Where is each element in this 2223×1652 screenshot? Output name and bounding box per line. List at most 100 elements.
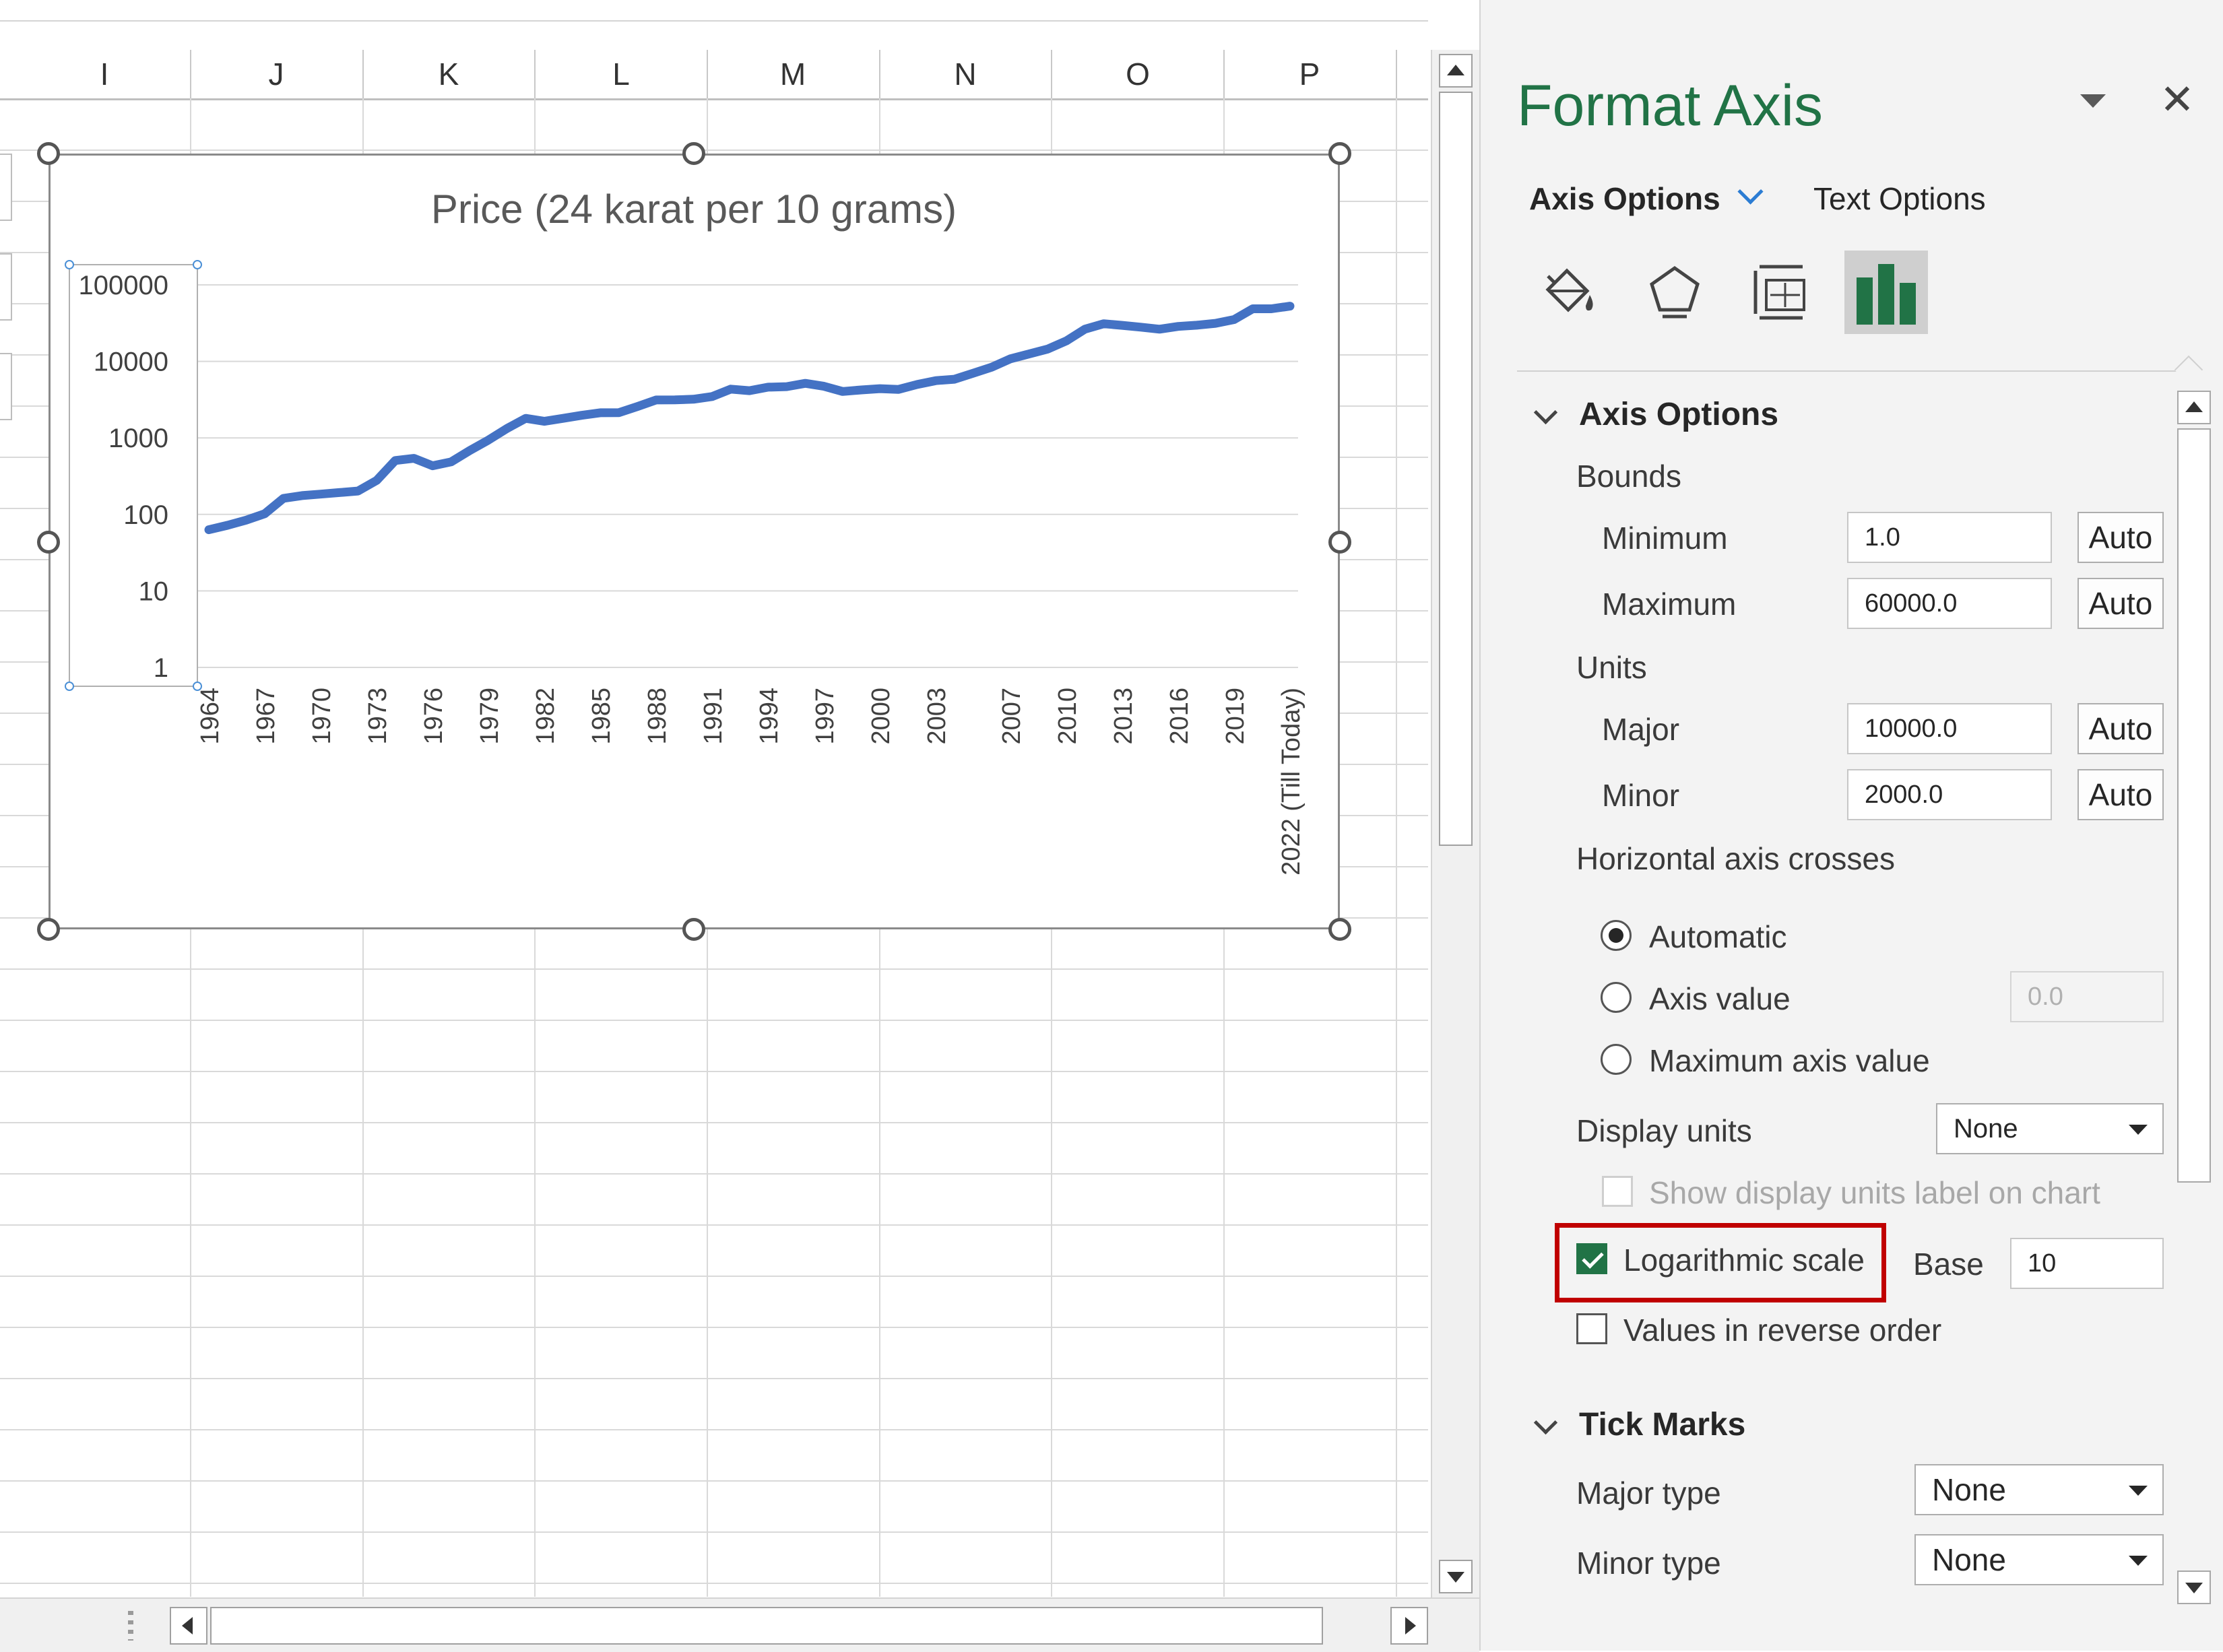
- major-auto-button[interactable]: Auto: [2077, 703, 2164, 754]
- worksheet[interactable]: I J K L M N O P Price (24 karat per 10 g…: [0, 0, 1428, 1651]
- column-header-m[interactable]: M: [756, 50, 830, 98]
- show-units-label-checkbox[interactable]: [1602, 1176, 1633, 1207]
- minimum-auto-button[interactable]: Auto: [2077, 512, 2164, 563]
- ribbon-edge: [0, 0, 1428, 22]
- x-tick-label: 1964: [196, 688, 224, 745]
- radio-automatic-label[interactable]: Automatic: [1649, 919, 1787, 955]
- effects-pentagon-icon[interactable]: [1633, 251, 1716, 334]
- selection-dot[interactable]: [193, 682, 202, 691]
- tab-axis-options[interactable]: Axis Options: [1529, 180, 1720, 217]
- column-header-p[interactable]: P: [1272, 50, 1347, 98]
- minor-auto-button[interactable]: Auto: [2077, 769, 2164, 820]
- x-tick-label: 1988: [643, 688, 672, 745]
- format-axis-pane[interactable]: Format Axis ✕ Axis Options Text Options: [1479, 0, 2223, 1651]
- display-units-select[interactable]: None: [1936, 1103, 2164, 1154]
- section-axis-options[interactable]: Axis Options: [1579, 396, 1778, 433]
- column-separator: [879, 50, 880, 98]
- x-tick-label: 1997: [811, 688, 839, 745]
- y-axis-tick-labels[interactable]: 1 10 100 1000 10000 100000: [79, 271, 168, 683]
- chart-resize-handle-bottom-left[interactable]: [37, 918, 60, 941]
- y-tick-label: 100000: [79, 271, 168, 300]
- pane-vertical-scrollbar[interactable]: [2174, 388, 2214, 1607]
- major-unit-input[interactable]: 10000.0: [1847, 703, 2052, 754]
- chart-resize-handle-top-right[interactable]: [1328, 142, 1351, 165]
- grid-column-line: [1396, 98, 1397, 1597]
- axis-value-input[interactable]: 0.0: [2010, 971, 2164, 1022]
- y-axis-selection-box: [69, 264, 198, 687]
- pane-scroll-up-button[interactable]: [2177, 391, 2211, 424]
- selection-dot[interactable]: [65, 260, 74, 269]
- scroll-up-button[interactable]: [1439, 54, 1473, 88]
- column-separator: [534, 50, 536, 98]
- selection-dot[interactable]: [193, 260, 202, 269]
- line-chart[interactable]: Price (24 karat per 10 grams) 1 10 100 1000…: [51, 156, 1338, 927]
- base-input[interactable]: 10: [2010, 1238, 2164, 1289]
- column-header-j[interactable]: J: [239, 50, 313, 98]
- display-units-label: Display units: [1576, 1113, 1752, 1148]
- chart-title[interactable]: Price (24 karat per 10 grams): [431, 187, 957, 232]
- scroll-down-button[interactable]: [1439, 1560, 1473, 1593]
- fill-line-icon[interactable]: [1528, 251, 1611, 334]
- chevron-down-icon[interactable]: [1737, 178, 1764, 205]
- pane-scroll-down-button[interactable]: [2177, 1571, 2211, 1604]
- tab-text-options[interactable]: Text Options: [1813, 180, 1986, 217]
- price-series-line[interactable]: [204, 302, 1295, 535]
- chart-object[interactable]: Price (24 karat per 10 grams) 1 10 100 1000…: [49, 154, 1340, 929]
- reverse-order-checkbox[interactable]: [1576, 1313, 1607, 1344]
- x-tick-label: 1970: [308, 688, 336, 745]
- size-properties-icon[interactable]: [1739, 251, 1823, 334]
- grid-row-line: [0, 1276, 1428, 1277]
- chart-resize-handle-left[interactable]: [37, 531, 60, 554]
- dropdown-caret-icon: [2129, 1486, 2148, 1496]
- x-tick-label: 2007: [998, 688, 1026, 745]
- sheet-horizontal-scrollbar[interactable]: [0, 1597, 1479, 1652]
- column-header-k[interactable]: K: [412, 50, 486, 98]
- radio-axis-value[interactable]: [1601, 982, 1632, 1013]
- dropdown-caret-icon: [2129, 1556, 2148, 1566]
- pane-scroll-thumb[interactable]: [2177, 428, 2211, 1183]
- x-axis-tick-labels[interactable]: 1964 1967 1970 1973 1976 1979 1982 1985 1988 1991…: [196, 688, 1306, 875]
- maximum-auto-button[interactable]: Auto: [2077, 578, 2164, 629]
- sheet-vertical-scrollbar[interactable]: [1431, 50, 1479, 1597]
- chart-resize-handle-right[interactable]: [1328, 531, 1351, 554]
- minor-type-select[interactable]: None: [1914, 1534, 2164, 1585]
- chart-resize-handle-bottom-right[interactable]: [1328, 918, 1351, 941]
- scroll-left-button[interactable]: [170, 1607, 207, 1645]
- selected-icon-pointer: [2174, 355, 2203, 385]
- radio-maximum-label[interactable]: Maximum axis value: [1649, 1043, 1930, 1079]
- major-type-select[interactable]: None: [1914, 1464, 2164, 1515]
- reverse-order-label[interactable]: Values in reverse order: [1623, 1312, 1941, 1348]
- x-tick-label: 2010: [1054, 688, 1082, 745]
- major-label: Major: [1602, 712, 1680, 747]
- chart-resize-handle-top[interactable]: [682, 142, 705, 165]
- collapse-chevron-icon[interactable]: [1533, 400, 1558, 425]
- close-icon[interactable]: ✕: [2160, 79, 2195, 121]
- axis-options-bar-chart-icon[interactable]: [1844, 251, 1928, 334]
- scroll-thumb[interactable]: [1439, 92, 1473, 846]
- collapse-chevron-icon[interactable]: [1533, 1410, 1558, 1435]
- selection-dot[interactable]: [65, 682, 74, 691]
- column-header-l[interactable]: L: [584, 50, 658, 98]
- maximum-input[interactable]: 60000.0: [1847, 578, 2052, 629]
- scroll-right-button[interactable]: [1390, 1607, 1428, 1645]
- split-grip-icon[interactable]: [128, 1611, 133, 1641]
- chart-gridlines: [197, 284, 1298, 668]
- radio-maximum-axis-value[interactable]: [1601, 1044, 1632, 1075]
- section-tick-marks[interactable]: Tick Marks: [1579, 1406, 1745, 1443]
- major-type-label: Major type: [1576, 1476, 1721, 1511]
- cell-fragment: [0, 253, 12, 321]
- bounds-label: Bounds: [1576, 459, 1682, 494]
- radio-automatic[interactable]: [1601, 920, 1632, 951]
- grid-row-line: [0, 1071, 1428, 1072]
- radio-axis-value-label[interactable]: Axis value: [1649, 981, 1791, 1017]
- grid-row-line: [0, 1122, 1428, 1123]
- horizontal-scroll-thumb[interactable]: [210, 1607, 1323, 1645]
- column-header-i[interactable]: I: [67, 50, 141, 98]
- column-header-o[interactable]: O: [1101, 50, 1175, 98]
- minor-unit-input[interactable]: 2000.0: [1847, 769, 2052, 820]
- minimum-input[interactable]: 1.0: [1847, 512, 2052, 563]
- chart-resize-handle-top-left[interactable]: [37, 142, 60, 165]
- column-header-n[interactable]: N: [928, 50, 1002, 98]
- pane-options-dropdown-icon[interactable]: [2080, 94, 2106, 108]
- chart-resize-handle-bottom[interactable]: [682, 918, 705, 941]
